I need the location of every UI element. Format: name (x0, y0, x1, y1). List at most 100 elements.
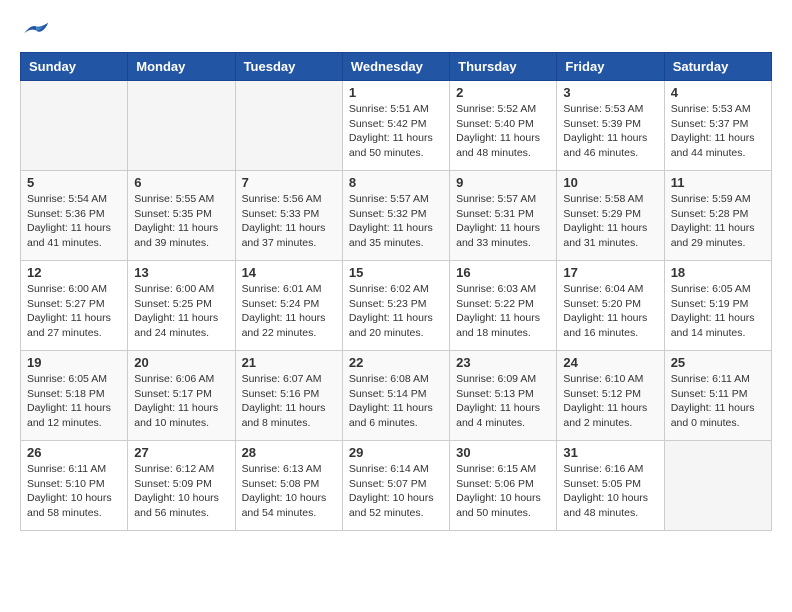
day-info: Sunrise: 6:15 AM Sunset: 5:06 PM Dayligh… (456, 462, 550, 521)
day-number: 25 (671, 355, 765, 370)
calendar-week-1: 1 Sunrise: 5:51 AM Sunset: 5:42 PM Daylig… (21, 81, 772, 171)
weekday-saturday: Saturday (664, 53, 771, 81)
calendar-cell: 8Sunrise: 5:57 AM Sunset: 5:32 PM Daylig… (342, 171, 449, 261)
calendar-cell: 14 Sunrise: 6:01 AM Sunset: 5:24 PM Dayli… (235, 261, 342, 351)
day-number: 5 (27, 175, 121, 190)
calendar-cell (21, 81, 128, 171)
calendar-cell: 12 Sunrise: 6:00 AM Sunset: 5:27 PM Dayli… (21, 261, 128, 351)
weekday-sunday: Sunday (21, 53, 128, 81)
calendar-cell: 18Sunrise: 6:05 AM Sunset: 5:19 PM Dayli… (664, 261, 771, 351)
calendar-table: SundayMondayTuesdayWednesdayThursdayFrid… (20, 52, 772, 531)
calendar-cell: 16 Sunrise: 6:03 AM Sunset: 5:22 PM Dayli… (450, 261, 557, 351)
day-info: Sunrise: 5:58 AM Sunset: 5:29 PM Dayligh… (563, 192, 657, 251)
day-number: 9 (456, 175, 550, 190)
calendar-cell: 6Sunrise: 5:55 AM Sunset: 5:35 PM Daylig… (128, 171, 235, 261)
day-number: 24 (563, 355, 657, 370)
day-number: 16 (456, 265, 550, 280)
day-info: Sunrise: 6:11 AM Sunset: 5:10 PM Dayligh… (27, 462, 121, 521)
calendar-body: 1 Sunrise: 5:51 AM Sunset: 5:42 PM Daylig… (21, 81, 772, 531)
calendar-cell: 2 Sunrise: 5:52 AM Sunset: 5:40 PM Daylig… (450, 81, 557, 171)
calendar-cell: 3 Sunrise: 5:53 AM Sunset: 5:39 PM Daylig… (557, 81, 664, 171)
day-info: Sunrise: 6:00 AM Sunset: 5:27 PM Dayligh… (27, 282, 121, 341)
day-number: 3 (563, 85, 657, 100)
day-info: Sunrise: 5:56 AM Sunset: 5:33 PM Dayligh… (242, 192, 336, 251)
calendar-week-3: 12 Sunrise: 6:00 AM Sunset: 5:27 PM Dayli… (21, 261, 772, 351)
calendar-cell: 7 Sunrise: 5:56 AM Sunset: 5:33 PM Daylig… (235, 171, 342, 261)
day-info: Sunrise: 6:09 AM Sunset: 5:13 PM Dayligh… (456, 372, 550, 431)
calendar-cell: 26Sunrise: 6:11 AM Sunset: 5:10 PM Dayli… (21, 441, 128, 531)
calendar-cell (664, 441, 771, 531)
day-number: 30 (456, 445, 550, 460)
calendar-cell: 27Sunrise: 6:12 AM Sunset: 5:09 PM Dayli… (128, 441, 235, 531)
day-info: Sunrise: 5:53 AM Sunset: 5:39 PM Dayligh… (563, 102, 657, 161)
day-info: Sunrise: 6:00 AM Sunset: 5:25 PM Dayligh… (134, 282, 228, 341)
weekday-header-row: SundayMondayTuesdayWednesdayThursdayFrid… (21, 53, 772, 81)
day-number: 4 (671, 85, 765, 100)
day-info: Sunrise: 5:51 AM Sunset: 5:42 PM Dayligh… (349, 102, 443, 161)
day-info: Sunrise: 6:01 AM Sunset: 5:24 PM Dayligh… (242, 282, 336, 341)
calendar-cell: 15 Sunrise: 6:02 AM Sunset: 5:23 PM Dayli… (342, 261, 449, 351)
calendar-cell: 10 Sunrise: 5:58 AM Sunset: 5:29 PM Dayli… (557, 171, 664, 261)
weekday-wednesday: Wednesday (342, 53, 449, 81)
day-info: Sunrise: 6:02 AM Sunset: 5:23 PM Dayligh… (349, 282, 443, 341)
day-number: 28 (242, 445, 336, 460)
day-info: Sunrise: 6:06 AM Sunset: 5:17 PM Dayligh… (134, 372, 228, 431)
day-number: 29 (349, 445, 443, 460)
day-info: Sunrise: 5:55 AM Sunset: 5:35 PM Dayligh… (134, 192, 228, 251)
calendar-cell: 24 Sunrise: 6:10 AM Sunset: 5:12 PM Dayli… (557, 351, 664, 441)
calendar-cell: 9 Sunrise: 5:57 AM Sunset: 5:31 PM Daylig… (450, 171, 557, 261)
day-number: 17 (563, 265, 657, 280)
calendar-cell: 28 Sunrise: 6:13 AM Sunset: 5:08 PM Dayli… (235, 441, 342, 531)
logo-bird-icon (22, 20, 50, 42)
day-info: Sunrise: 5:53 AM Sunset: 5:37 PM Dayligh… (671, 102, 765, 161)
calendar-cell: 30 Sunrise: 6:15 AM Sunset: 5:06 PM Dayli… (450, 441, 557, 531)
calendar-cell: 13 Sunrise: 6:00 AM Sunset: 5:25 PM Dayli… (128, 261, 235, 351)
calendar-cell: 4 Sunrise: 5:53 AM Sunset: 5:37 PM Daylig… (664, 81, 771, 171)
calendar-cell: 25 Sunrise: 6:11 AM Sunset: 5:11 PM Dayli… (664, 351, 771, 441)
calendar-cell: 20 Sunrise: 6:06 AM Sunset: 5:17 PM Dayli… (128, 351, 235, 441)
weekday-friday: Friday (557, 53, 664, 81)
calendar-week-2: 5 Sunrise: 5:54 AM Sunset: 5:36 PM Daylig… (21, 171, 772, 261)
day-info: Sunrise: 6:13 AM Sunset: 5:08 PM Dayligh… (242, 462, 336, 521)
day-info: Sunrise: 5:57 AM Sunset: 5:32 PM Dayligh… (349, 192, 443, 251)
weekday-monday: Monday (128, 53, 235, 81)
day-info: Sunrise: 5:54 AM Sunset: 5:36 PM Dayligh… (27, 192, 121, 251)
day-number: 1 (349, 85, 443, 100)
day-number: 14 (242, 265, 336, 280)
day-info: Sunrise: 6:05 AM Sunset: 5:19 PM Dayligh… (671, 282, 765, 341)
calendar-week-4: 19Sunrise: 6:05 AM Sunset: 5:18 PM Dayli… (21, 351, 772, 441)
day-number: 13 (134, 265, 228, 280)
page-header (20, 20, 772, 42)
weekday-thursday: Thursday (450, 53, 557, 81)
day-number: 12 (27, 265, 121, 280)
calendar-cell: 5 Sunrise: 5:54 AM Sunset: 5:36 PM Daylig… (21, 171, 128, 261)
weekday-tuesday: Tuesday (235, 53, 342, 81)
calendar-cell: 11 Sunrise: 5:59 AM Sunset: 5:28 PM Dayli… (664, 171, 771, 261)
calendar-cell: 22Sunrise: 6:08 AM Sunset: 5:14 PM Dayli… (342, 351, 449, 441)
day-info: Sunrise: 6:03 AM Sunset: 5:22 PM Dayligh… (456, 282, 550, 341)
day-info: Sunrise: 5:52 AM Sunset: 5:40 PM Dayligh… (456, 102, 550, 161)
day-info: Sunrise: 6:04 AM Sunset: 5:20 PM Dayligh… (563, 282, 657, 341)
calendar-cell: 17 Sunrise: 6:04 AM Sunset: 5:20 PM Dayli… (557, 261, 664, 351)
calendar-cell: 19Sunrise: 6:05 AM Sunset: 5:18 PM Dayli… (21, 351, 128, 441)
calendar-cell (128, 81, 235, 171)
day-number: 7 (242, 175, 336, 190)
day-number: 15 (349, 265, 443, 280)
day-info: Sunrise: 5:59 AM Sunset: 5:28 PM Dayligh… (671, 192, 765, 251)
day-number: 31 (563, 445, 657, 460)
day-info: Sunrise: 6:10 AM Sunset: 5:12 PM Dayligh… (563, 372, 657, 431)
calendar-week-5: 26Sunrise: 6:11 AM Sunset: 5:10 PM Dayli… (21, 441, 772, 531)
day-number: 22 (349, 355, 443, 370)
calendar-cell: 29Sunrise: 6:14 AM Sunset: 5:07 PM Dayli… (342, 441, 449, 531)
day-info: Sunrise: 6:11 AM Sunset: 5:11 PM Dayligh… (671, 372, 765, 431)
day-info: Sunrise: 6:05 AM Sunset: 5:18 PM Dayligh… (27, 372, 121, 431)
day-info: Sunrise: 5:57 AM Sunset: 5:31 PM Dayligh… (456, 192, 550, 251)
day-info: Sunrise: 6:07 AM Sunset: 5:16 PM Dayligh… (242, 372, 336, 431)
day-number: 11 (671, 175, 765, 190)
day-number: 20 (134, 355, 228, 370)
day-number: 2 (456, 85, 550, 100)
calendar-cell: 31Sunrise: 6:16 AM Sunset: 5:05 PM Dayli… (557, 441, 664, 531)
day-number: 21 (242, 355, 336, 370)
day-number: 10 (563, 175, 657, 190)
calendar-cell: 21 Sunrise: 6:07 AM Sunset: 5:16 PM Dayli… (235, 351, 342, 441)
